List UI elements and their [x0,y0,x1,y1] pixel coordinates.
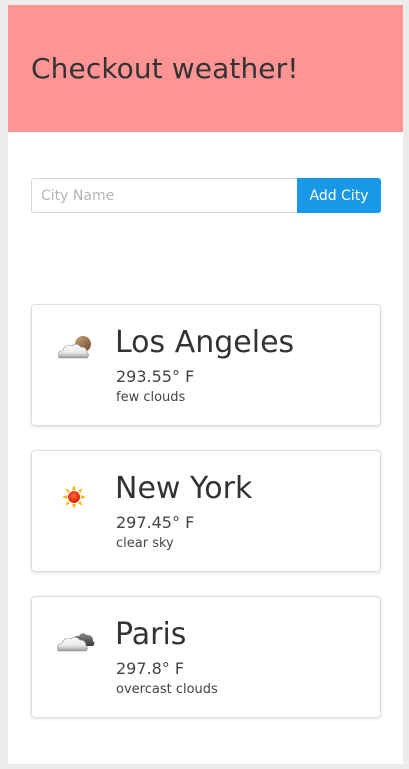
add-city-form: Add City [31,178,381,213]
city-name: Los Angeles [115,325,295,360]
weather-description: clear sky [116,536,174,551]
weather-description: few clouds [116,390,186,405]
page-title: Checkout weather! [31,52,299,85]
city-name: Paris [115,617,187,652]
weather-card-list: Los Angeles 293.55° F few clouds New Yor… [31,304,381,718]
overcast-clouds-icon [54,623,98,657]
city-name: New York [115,471,253,506]
add-city-button[interactable]: Add City [297,178,381,213]
city-name-input[interactable] [31,178,297,213]
weather-card-paris: Paris 297.8° F overcast clouds [31,596,381,718]
city-temperature: 297.45° F [116,513,195,532]
page-header: Checkout weather! [8,5,403,132]
city-temperature: 293.55° F [116,367,195,386]
sun-icon [54,477,98,511]
few-clouds-icon [54,331,98,365]
weather-description: overcast clouds [116,682,218,697]
app-container: Checkout weather! Add City [8,5,403,764]
city-temperature: 297.8° F [116,659,185,678]
weather-card-new-york: New York 297.45° F clear sky [31,450,381,572]
weather-card-los-angeles: Los Angeles 293.55° F few clouds [31,304,381,426]
